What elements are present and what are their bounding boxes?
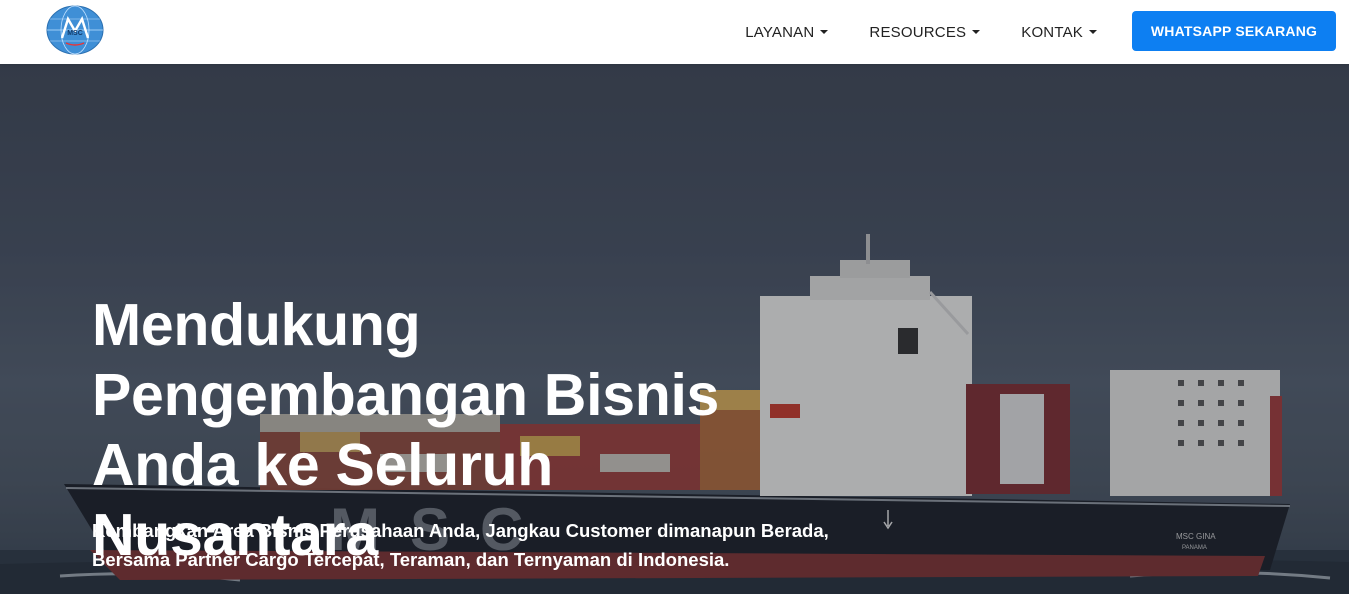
nav-resources-label: RESOURCES <box>869 23 967 41</box>
hero-subtitle-line-1: Kembangkan Area Bisnis Perusahaan Anda, … <box>92 520 829 541</box>
nav-kontak-label: KONTAK <box>1021 23 1083 41</box>
nav-layanan-label: LAYANAN <box>745 23 815 41</box>
main-navigation: LAYANAN RESOURCES KONTAK <box>704 0 1097 64</box>
chevron-down-icon <box>1089 30 1097 34</box>
hero-subtitle: Kembangkan Area Bisnis Perusahaan Anda, … <box>92 516 852 574</box>
company-globe-logo-icon: MSC <box>46 5 104 55</box>
svg-text:MSC: MSC <box>67 30 83 37</box>
hero-section: MSC MSC GINA PANAMA Mendukung Pengembang… <box>0 64 1349 594</box>
top-navbar: MSC LAYANAN RESOURCES KONTAK WHATSAPP SE… <box>0 0 1349 64</box>
chevron-down-icon <box>820 30 829 34</box>
hero-subtitle-line-2: Bersama Partner Cargo Tercepat, Teraman,… <box>92 549 730 570</box>
whatsapp-cta-button[interactable]: WHATSAPP SEKARANG <box>1132 11 1336 51</box>
nav-kontak-dropdown[interactable]: KONTAK <box>1021 24 1097 41</box>
nav-layanan-dropdown[interactable]: LAYANAN <box>745 23 829 41</box>
brand-logo[interactable]: MSC <box>46 5 104 55</box>
chevron-down-icon <box>972 30 981 34</box>
nav-resources-dropdown[interactable]: RESOURCES <box>869 23 981 41</box>
